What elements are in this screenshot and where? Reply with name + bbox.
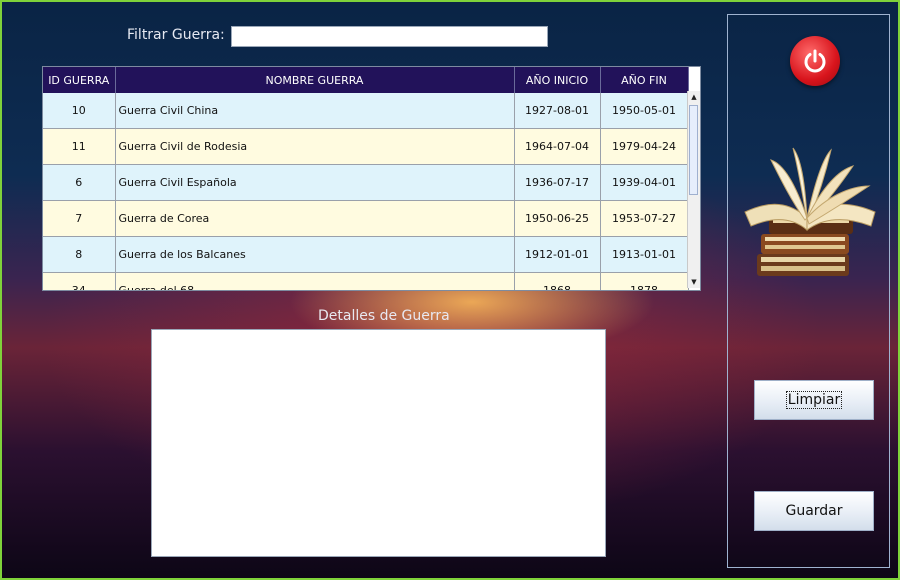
cell-id: 7: [43, 200, 116, 237]
cell-name: Guerra de Corea: [115, 200, 515, 237]
details-label: Detalles de Guerra: [318, 308, 450, 324]
table-row[interactable]: 6 Guerra Civil Española 1936-07-17 1939-…: [43, 164, 689, 201]
cell-id: 6: [43, 164, 116, 201]
filter-input[interactable]: [231, 26, 548, 47]
save-button[interactable]: Guardar: [754, 491, 874, 531]
save-button-label: Guardar: [785, 503, 843, 519]
app-window: Filtrar Guerra: ID GUERRA NOMBRE GUERRA …: [0, 0, 900, 580]
cell-name: Guerra de los Balcanes: [115, 236, 515, 273]
cell-end: 1878: [600, 272, 689, 290]
side-panel: [727, 14, 890, 568]
table-row[interactable]: 11 Guerra Civil de Rodesia 1964-07-04 19…: [43, 128, 689, 165]
details-textarea[interactable]: [151, 329, 606, 557]
power-icon: [804, 49, 826, 73]
cell-end: 1979-04-24: [600, 128, 689, 165]
cell-id: 10: [43, 93, 116, 129]
cell-end: 1939-04-01: [600, 164, 689, 201]
cell-name: Guerra Civil China: [115, 93, 515, 129]
table-header-row: ID GUERRA NOMBRE GUERRA AÑO INICIO AÑO F…: [43, 67, 689, 93]
col-header-end[interactable]: AÑO FIN: [600, 67, 689, 93]
clear-button-label: Limpiar: [785, 391, 843, 409]
cell-id: 34: [43, 272, 116, 290]
cell-name: Guerra Civil de Rodesia: [115, 128, 515, 165]
clear-button[interactable]: Limpiar: [754, 380, 874, 420]
cell-name: Guerra Civil Española: [115, 164, 515, 201]
table-row[interactable]: 34 Guerra del 68 1868 1878: [43, 272, 689, 290]
cell-start: 1950-06-25: [514, 200, 601, 237]
cell-end: 1950-05-01: [600, 93, 689, 129]
books-icon: [744, 147, 876, 276]
cell-start: 1868: [514, 272, 601, 290]
cell-start: 1936-07-17: [514, 164, 601, 201]
exit-button[interactable]: [790, 36, 840, 86]
filter-label: Filtrar Guerra:: [127, 27, 225, 43]
scroll-down-icon[interactable]: ▼: [688, 276, 700, 288]
cell-end: 1953-07-27: [600, 200, 689, 237]
cell-id: 11: [43, 128, 116, 165]
table-row[interactable]: 7 Guerra de Corea 1950-06-25 1953-07-27: [43, 200, 689, 237]
col-header-id[interactable]: ID GUERRA: [43, 67, 116, 93]
cell-start: 1927-08-01: [514, 93, 601, 129]
cell-start: 1912-01-01: [514, 236, 601, 273]
scroll-thumb[interactable]: [689, 105, 698, 195]
cell-end: 1913-01-01: [600, 236, 689, 273]
cell-start: 1964-07-04: [514, 128, 601, 165]
col-header-start[interactable]: AÑO INICIO: [514, 67, 601, 93]
cell-id: 8: [43, 236, 116, 273]
table-row[interactable]: 10 Guerra Civil China 1927-08-01 1950-05…: [43, 93, 689, 129]
cell-name: Guerra del 68: [115, 272, 515, 290]
wars-table: ID GUERRA NOMBRE GUERRA AÑO INICIO AÑO F…: [42, 66, 701, 291]
table-row[interactable]: 8 Guerra de los Balcanes 1912-01-01 1913…: [43, 236, 689, 273]
table-scrollbar[interactable]: ▲ ▼: [687, 91, 700, 288]
col-header-name[interactable]: NOMBRE GUERRA: [115, 67, 515, 93]
scroll-up-icon[interactable]: ▲: [688, 91, 700, 103]
